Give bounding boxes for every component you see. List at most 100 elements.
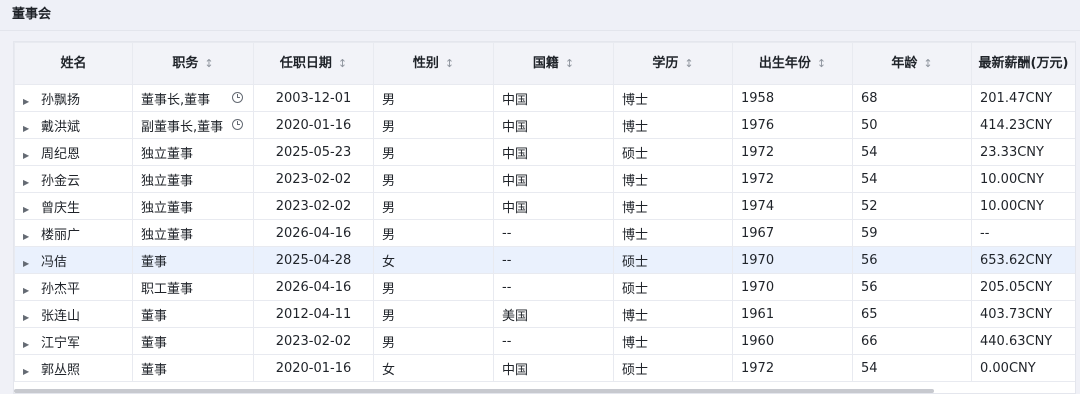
birth_year-text: 1970 bbox=[741, 279, 775, 295]
sort-icon[interactable]: ↕ bbox=[204, 57, 213, 70]
sort-icon[interactable]: ↕ bbox=[445, 57, 454, 70]
column-header[interactable]: 学历 ↕ bbox=[613, 42, 733, 85]
age-text: 52 bbox=[861, 198, 878, 214]
nationality-text: 中国 bbox=[502, 119, 529, 135]
table-row[interactable]: ▶ 周纪恩 独立董事 2025-05-23 男中国 硕士 1972 54 23.33CNY bbox=[14, 138, 1075, 166]
gender-cell: 男 bbox=[373, 300, 494, 328]
nationality-cell: 中国 bbox=[493, 192, 614, 220]
position-cell: 副董事长,董事 bbox=[132, 111, 254, 139]
triangle-right-icon[interactable]: ▶ bbox=[23, 313, 41, 322]
age-cell: 56 bbox=[852, 273, 972, 301]
birth_year-text: 1967 bbox=[741, 225, 775, 241]
age-text: 54 bbox=[861, 360, 878, 376]
date-cell: 2025-04-28 bbox=[253, 246, 374, 274]
triangle-right-icon[interactable]: ▶ bbox=[23, 340, 41, 349]
date-text: 2023-02-02 bbox=[275, 171, 352, 187]
table-row[interactable]: ▶ 江宁军 董事 2023-02-02 男 -- 博士 1960 66 440.63CNY bbox=[14, 327, 1075, 355]
triangle-right-icon[interactable]: ▶ bbox=[23, 178, 41, 187]
salary-cell: 201.47CNY bbox=[971, 84, 1075, 112]
table-row[interactable]: ▶ 孙飘扬 董事长,董事 2003-12-01 男中国 博士 1958 68 201.47CNY bbox=[14, 84, 1075, 112]
table-row[interactable]: ▶ 张连山 董事 2012-04-11 男美国 博士 1961 65 403.73CNY bbox=[14, 300, 1075, 328]
clock-icon[interactable] bbox=[232, 118, 243, 130]
column-header-label: 年龄 bbox=[891, 56, 918, 71]
birth_year-text: 1972 bbox=[741, 144, 775, 160]
column-header[interactable]: 性别 ↕ bbox=[373, 42, 494, 85]
sort-icon[interactable]: ↕ bbox=[684, 57, 693, 70]
triangle-right-icon[interactable]: ▶ bbox=[23, 286, 41, 295]
date-cell: 2026-04-16 bbox=[253, 273, 374, 301]
sort-icon[interactable]: ↕ bbox=[338, 57, 347, 70]
column-header-label: 出生年份 bbox=[758, 56, 811, 71]
birth_year-cell: 1976 bbox=[732, 111, 853, 139]
table-header-row: 姓名 职务 ↕ 任职日期 ↕ 性别 ↕ 国籍 ↕ 学历 ↕ 出生年份 ↕ 年龄 ↕ 最新薪酬(万元) bbox=[14, 42, 1075, 85]
table-row[interactable]: ▶ 楼丽广 独立董事 2026-04-16 男 -- 博士 1967 59 -- bbox=[14, 219, 1075, 247]
gender-cell: 男 bbox=[373, 219, 494, 247]
table-row[interactable]: ▶ 郭丛照 董事 2020-01-16 女中国 硕士 1972 54 0.00CNY bbox=[14, 354, 1075, 382]
triangle-right-icon[interactable]: ▶ bbox=[23, 259, 41, 268]
gender-cell: 男 bbox=[373, 165, 494, 193]
salary-text: 201.47CNY bbox=[980, 90, 1053, 106]
nationality-text: 中国 bbox=[502, 173, 529, 189]
name-cell: ▶ 戴洪斌 bbox=[14, 111, 133, 139]
education-cell: 博士 bbox=[613, 300, 733, 328]
gender-text: 男 bbox=[382, 119, 396, 135]
education-text: 博士 bbox=[622, 119, 649, 135]
position-cell: 董事 bbox=[132, 246, 254, 274]
column-header[interactable]: 职务 ↕ bbox=[132, 42, 254, 85]
triangle-right-icon[interactable]: ▶ bbox=[23, 97, 41, 106]
age-text: 59 bbox=[861, 225, 878, 241]
age-text: 56 bbox=[861, 279, 878, 295]
date-text: 2020-01-16 bbox=[275, 117, 352, 133]
position-text: 独立董事 bbox=[141, 200, 194, 216]
triangle-right-icon[interactable]: ▶ bbox=[23, 367, 41, 376]
salary-cell: 10.00CNY bbox=[971, 192, 1075, 220]
date-text: 2026-04-16 bbox=[275, 225, 352, 241]
column-header[interactable]: 出生年份 ↕ bbox=[732, 42, 853, 85]
nationality-cell: 中国 bbox=[493, 111, 614, 139]
education-text: 博士 bbox=[622, 200, 649, 216]
gender-cell: 男 bbox=[373, 138, 494, 166]
date-cell: 2020-01-16 bbox=[253, 354, 374, 382]
horizontal-scrollbar[interactable] bbox=[14, 389, 934, 393]
name-text: 郭丛照 bbox=[41, 362, 81, 378]
panel-title: 董事会 bbox=[0, 0, 1080, 31]
salary-cell: 440.63CNY bbox=[971, 327, 1075, 355]
age-text: 56 bbox=[861, 252, 878, 268]
name-text: 戴洪斌 bbox=[41, 119, 81, 135]
sort-icon[interactable]: ↕ bbox=[923, 57, 932, 70]
column-header[interactable]: 任职日期 ↕ bbox=[253, 42, 374, 85]
education-text: 硕士 bbox=[622, 254, 649, 270]
sort-icon[interactable]: ↕ bbox=[817, 57, 826, 70]
clock-icon[interactable] bbox=[232, 91, 243, 103]
triangle-right-icon[interactable]: ▶ bbox=[23, 151, 41, 160]
education-cell: 博士 bbox=[613, 111, 733, 139]
date-cell: 2012-04-11 bbox=[253, 300, 374, 328]
gender-text: 女 bbox=[382, 362, 396, 378]
table-row[interactable]: ▶ 孙杰平 职工董事 2026-04-16 男 -- 硕士 1970 56 205.05CNY bbox=[14, 273, 1075, 301]
name-text: 孙金云 bbox=[41, 173, 81, 189]
sort-icon[interactable]: ↕ bbox=[565, 57, 574, 70]
column-header[interactable]: 国籍 ↕ bbox=[493, 42, 614, 85]
board-table: 姓名 职务 ↕ 任职日期 ↕ 性别 ↕ 国籍 ↕ 学历 ↕ 出生年份 ↕ 年龄 ↕ 最新薪酬(万元) ▶ 孙飘扬… bbox=[14, 42, 1075, 382]
nationality-text: -- bbox=[502, 225, 512, 241]
table-row[interactable]: ▶ 孙金云 独立董事 2023-02-02 男中国 博士 1972 54 10.00CNY bbox=[14, 165, 1075, 193]
date-cell: 2023-02-02 bbox=[253, 192, 374, 220]
gender-text: 男 bbox=[382, 281, 396, 297]
position-cell: 独立董事 bbox=[132, 219, 254, 247]
table-row[interactable]: ▶ 曾庆生 独立董事 2023-02-02 男中国 博士 1974 52 10.00CNY bbox=[14, 192, 1075, 220]
salary-cell: 414.23CNY bbox=[971, 111, 1075, 139]
triangle-right-icon[interactable]: ▶ bbox=[23, 232, 41, 241]
triangle-right-icon[interactable]: ▶ bbox=[23, 205, 41, 214]
gender-cell: 女 bbox=[373, 246, 494, 274]
name-cell: ▶ 孙金云 bbox=[14, 165, 133, 193]
salary-cell: -- bbox=[971, 219, 1075, 247]
nationality-cell: 中国 bbox=[493, 84, 614, 112]
age-cell: 50 bbox=[852, 111, 972, 139]
triangle-right-icon[interactable]: ▶ bbox=[23, 124, 41, 133]
nationality-text: 美国 bbox=[502, 308, 529, 324]
table-row[interactable]: ▶ 冯佶 董事 2025-04-28 女 -- 硕士 1970 56 653.62CNY bbox=[14, 246, 1075, 274]
column-header: 最新薪酬(万元) bbox=[971, 42, 1075, 85]
table-row[interactable]: ▶ 戴洪斌 副董事长,董事 2020-01-16 男中国 博士 1976 50 414.23CN… bbox=[14, 111, 1075, 139]
education-text: 硕士 bbox=[622, 281, 649, 297]
column-header[interactable]: 年龄 ↕ bbox=[852, 42, 972, 85]
